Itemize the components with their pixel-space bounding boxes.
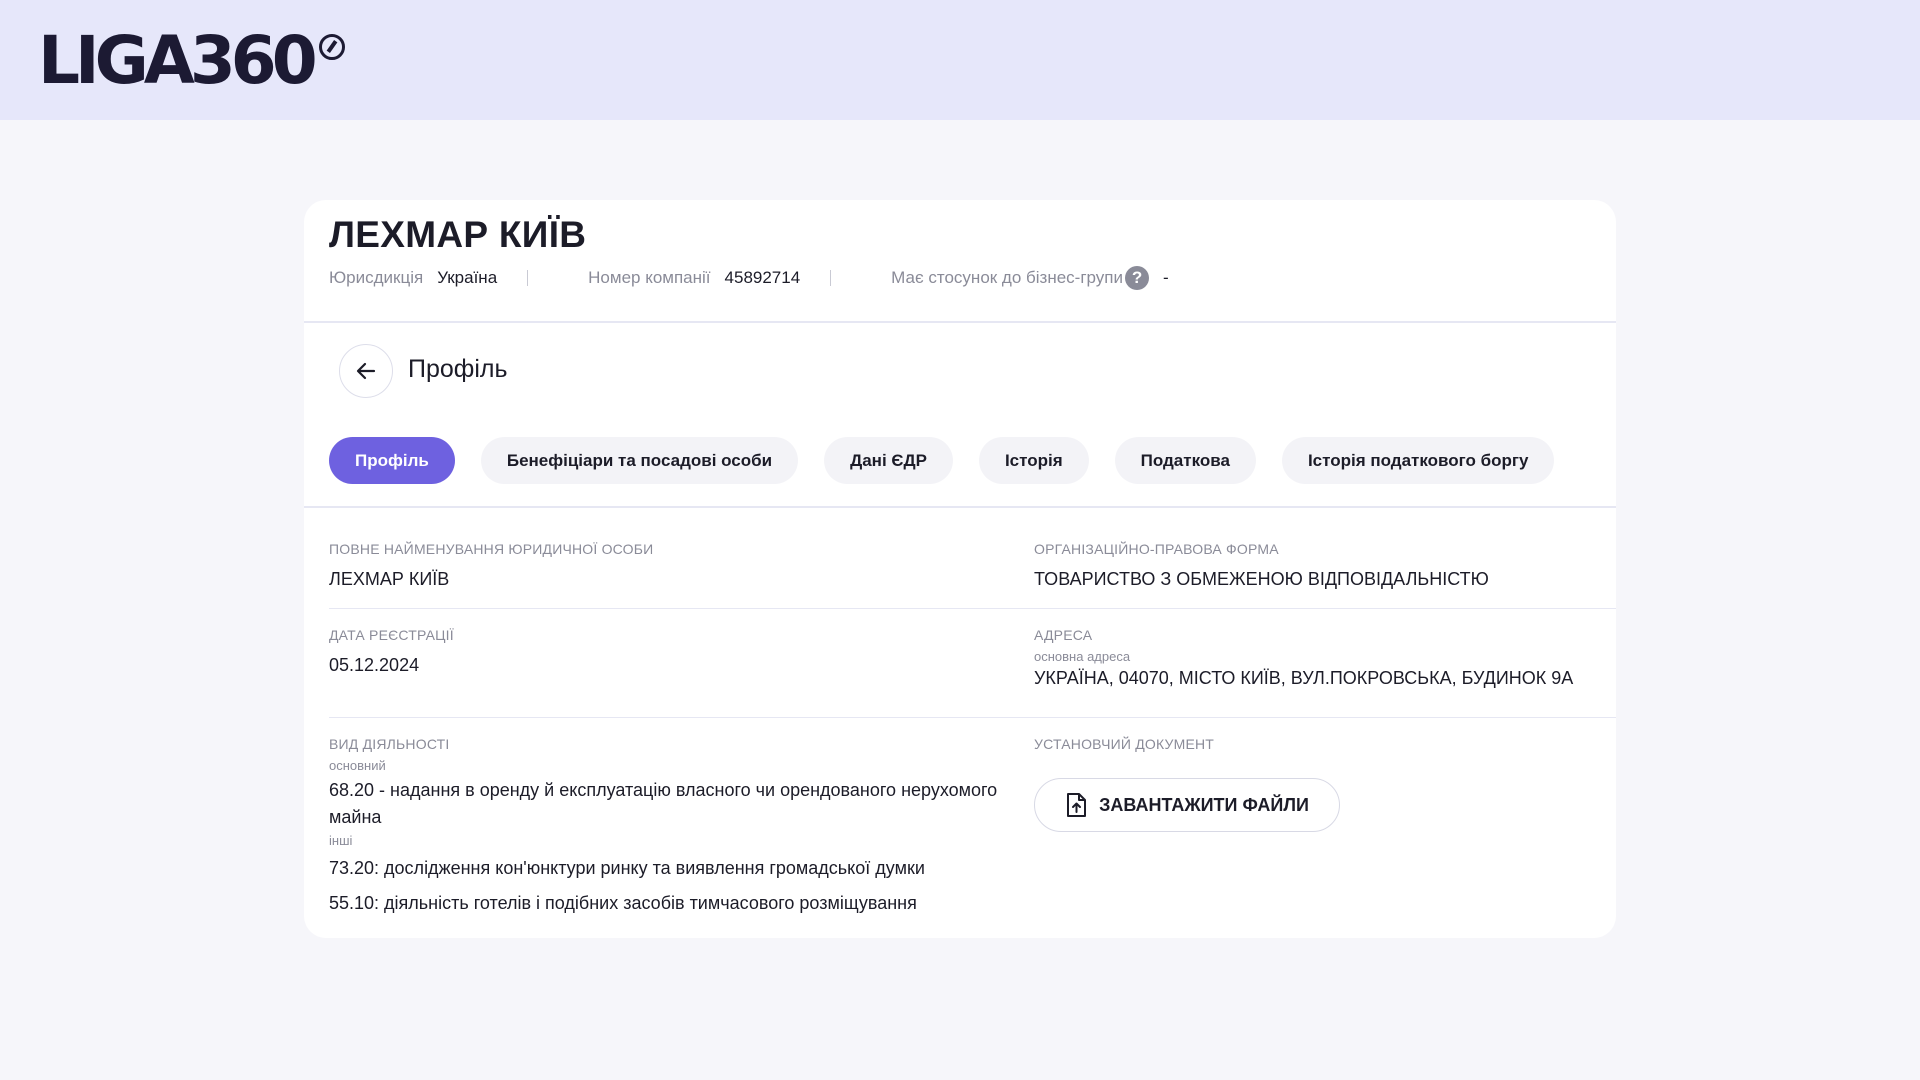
meta-separator xyxy=(527,270,529,286)
registration-date-value: 05.12.2024 xyxy=(329,655,420,675)
tab-profile[interactable]: Профіль xyxy=(329,437,455,484)
activity-label: ВИД ДІЯЛЬНОСТІ xyxy=(329,736,450,752)
top-bar: LIGA360 xyxy=(0,0,1920,120)
tab-edr-data[interactable]: Дані ЄДР xyxy=(824,437,953,484)
full-name-value: ЛЕХМАР КИЇВ xyxy=(329,569,450,589)
company-card: ЛЕХМАР КИЇВ Юрисдикція Україна Номер ком… xyxy=(304,200,1616,938)
row-divider xyxy=(329,608,1616,609)
activity-other-item: 55.10: діяльність готелів і подібних зас… xyxy=(329,893,917,913)
tab-tax-debt-history[interactable]: Історія податкового боргу xyxy=(1281,437,1555,484)
address-sublabel: основна адреса xyxy=(1034,649,1131,664)
back-button[interactable] xyxy=(339,344,393,398)
address-value: УКРАЇНА, 04070, МІСТО КИЇВ, ВУЛ.ПОКРОВСЬ… xyxy=(1034,668,1574,688)
upload-files-label: ЗАВАНТАЖИТИ ФАЙЛИ xyxy=(1099,794,1309,815)
registration-date-label: ДАТА РЕЄСТРАЦІЇ xyxy=(329,627,454,643)
business-group-label: Має стосунок до бізнес-групи xyxy=(891,268,1124,287)
legal-form-label: ОРГАНІЗАЦІЙНО-ПРАВОВА ФОРМА xyxy=(1034,541,1279,557)
meta-separator xyxy=(830,270,832,286)
full-name-field: ПОВНЕ НАЙМЕНУВАННЯ ЮРИДИЧНОЇ ОСОБИ ЛЕХМА… xyxy=(329,541,653,590)
activity-main-value: 68.20 - надання в оренду й експлуатацію … xyxy=(329,780,998,827)
arrow-left-icon xyxy=(356,362,376,380)
founding-document-field: УСТАНОВЧИЙ ДОКУМЕНТ xyxy=(1034,736,1214,752)
tab-tax[interactable]: Податкова xyxy=(1114,437,1256,484)
row-divider xyxy=(329,717,1616,718)
founding-document-label: УСТАНОВЧИЙ ДОКУМЕНТ xyxy=(1034,736,1215,752)
liga360-logo[interactable]: LIGA360 xyxy=(38,26,345,96)
legal-form-value: ТОВАРИСТВО З ОБМЕЖЕНОЮ ВІДПОВІДАЛЬНІСТЮ xyxy=(1034,569,1489,589)
activity-field: ВИД ДІЯЛЬНОСТІ основний 68.20 - надання … xyxy=(329,736,1009,914)
jurisdiction-value: Україна xyxy=(437,268,498,287)
activity-other-item: 73.20: дослідження кон'юнктури ринку та … xyxy=(329,858,925,878)
registration-date-field: ДАТА РЕЄСТРАЦІЇ 05.12.2024 xyxy=(329,627,454,676)
file-upload-icon xyxy=(1067,793,1087,817)
jurisdiction-label: Юрисдикція xyxy=(329,268,424,287)
profile-tabs: Профіль Бенефіціари та посадові особи Да… xyxy=(329,437,1555,484)
logo-text: LIGA360 xyxy=(38,22,318,99)
tabs-divider xyxy=(304,506,1616,508)
business-group-value: - xyxy=(1163,268,1169,287)
upload-files-button[interactable]: ЗАВАНТАЖИТИ ФАЙЛИ xyxy=(1034,778,1340,832)
header-divider xyxy=(304,321,1616,323)
tab-history[interactable]: Історія xyxy=(978,437,1089,484)
company-name: ЛЕХМАР КИЇВ xyxy=(329,214,587,255)
activity-other-sublabel: інші xyxy=(329,833,353,848)
full-name-label: ПОВНЕ НАЙМЕНУВАННЯ ЮРИДИЧНОЇ ОСОБИ xyxy=(329,541,654,557)
company-meta: Юрисдикція Україна Номер компанії 458927… xyxy=(329,264,1169,292)
company-number-label: Номер компанії xyxy=(588,268,711,287)
section-title: Профіль xyxy=(408,355,508,383)
address-label: АДРЕСА xyxy=(1034,627,1093,643)
company-number-value: 45892714 xyxy=(724,268,801,287)
logo-mark-icon xyxy=(318,34,345,60)
legal-form-field: ОРГАНІЗАЦІЙНО-ПРАВОВА ФОРМА ТОВАРИСТВО З… xyxy=(1034,541,1489,590)
help-icon[interactable]: ? xyxy=(1125,266,1150,290)
activity-main-sublabel: основний xyxy=(329,758,386,773)
tab-beneficiaries[interactable]: Бенефіціари та посадові особи xyxy=(480,437,799,484)
address-field: АДРЕСА основна адреса УКРАЇНА, 04070, МІ… xyxy=(1034,627,1573,689)
